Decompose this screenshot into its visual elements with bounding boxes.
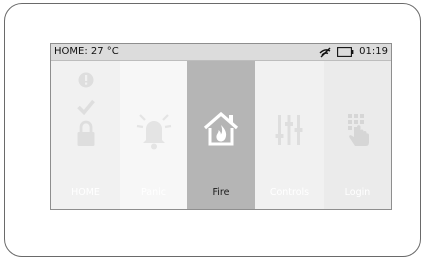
tile-home[interactable]: HOME xyxy=(51,61,120,209)
tile-label: HOME xyxy=(71,187,100,198)
tile-label: Fire xyxy=(212,187,230,198)
touch-screen: HOME: 27 °C 01:19 HOME Panic Fire Contro… xyxy=(50,43,392,210)
sliders-icon xyxy=(274,114,304,146)
tile-label: Login xyxy=(344,187,371,198)
tile-panic[interactable]: Panic xyxy=(120,61,187,209)
keypad-touch-icon xyxy=(344,113,372,149)
signal-off-icon xyxy=(319,47,332,58)
tile-label: Controls xyxy=(269,187,310,198)
fire-house-icon xyxy=(203,112,239,146)
device-frame: HOME: 27 °C 01:19 HOME Panic Fire Contro… xyxy=(4,3,421,257)
battery-icon xyxy=(337,47,354,57)
clock: 01:19 xyxy=(359,46,388,57)
tile-controls[interactable]: Controls xyxy=(255,61,324,209)
alarm-bell-icon xyxy=(134,109,174,151)
status-indicators: 01:19 xyxy=(319,45,388,59)
tile-login[interactable]: Login xyxy=(324,61,391,209)
location-temperature: HOME: 27 °C xyxy=(54,46,119,57)
menu-tiles: HOME Panic Fire Controls Login xyxy=(51,61,391,209)
status-icon xyxy=(76,71,96,149)
status-bar: HOME: 27 °C 01:19 xyxy=(51,44,391,61)
tile-fire[interactable]: Fire xyxy=(187,61,255,209)
tile-label: Panic xyxy=(140,187,166,198)
